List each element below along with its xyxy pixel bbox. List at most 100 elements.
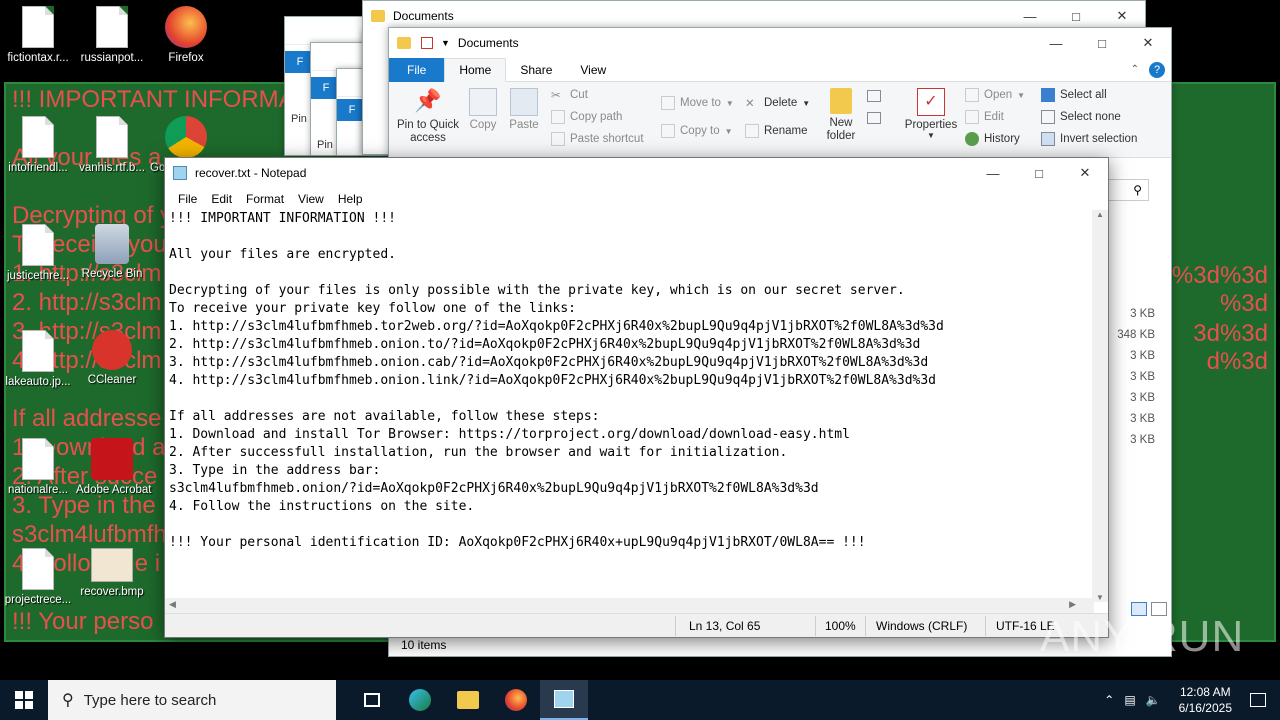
taskbar-firefox[interactable] [492,680,540,720]
desktop-icon-doc[interactable]: justicethre... [2,224,74,282]
wallpaper-text-line: 2. http://s3clm [12,289,162,316]
desktop-icon-firefox[interactable]: Firefox [150,6,222,64]
edit-button[interactable]: Edit [965,110,1004,124]
menu-format[interactable]: Format [239,192,291,206]
notepad-statusbar: Ln 13, Col 65 100% Windows (CRLF) UTF-16… [165,613,1108,637]
minimize-button[interactable]: — [1033,28,1079,58]
notification-icon[interactable] [1250,693,1266,707]
pin-quick-access-button[interactable]: 📌 Pin to Quick access [395,88,461,145]
file-size-cell: 3 KB [1130,350,1155,362]
wallpaper-text-fragment: 3d%3d [1193,320,1268,347]
task-view-icon [364,693,380,707]
search-placeholder: Type here to search [83,691,217,709]
tab-view[interactable]: View [566,58,620,82]
network-icon[interactable]: ▤ [1124,693,1135,707]
notepad-titlebar[interactable]: recover.txt - Notepad [165,158,1108,188]
taskbar-edge[interactable] [396,680,444,720]
properties-button[interactable]: ✓ Properties ▼ [903,88,959,140]
desktop-icon-ccleaner[interactable]: CCleaner [76,330,148,386]
close-button[interactable]: ✕ [1062,158,1108,188]
paste-shortcut-icon [551,132,565,146]
menu-view[interactable]: View [291,192,331,206]
task-view-button[interactable] [348,680,396,720]
desktop-icon-doc[interactable]: russianpot... [76,6,148,64]
new-folder-button[interactable]: New folder [821,88,861,143]
paste-button[interactable]: Paste [507,88,541,131]
new-item-icons[interactable] [867,90,889,130]
open-button[interactable]: Open ▼ [965,88,1025,102]
vertical-scrollbar[interactable]: ▲ ▼ [1092,210,1108,602]
scroll-down-arrow[interactable]: ▼ [1092,593,1108,602]
text-line: !!! IMPORTANT INFORMATION !!! [169,211,396,226]
menu-file[interactable]: File [171,192,204,206]
desktop-icon-label: nationalre... [7,484,69,496]
desktop-icon-doc[interactable]: fictiontax.r... [2,6,74,64]
ribbon-home: 📌 Pin to Quick access Copy Paste ✂ Cut Co… [389,82,1171,158]
maximize-button[interactable]: □ [1079,28,1125,58]
edit-icon [965,110,979,124]
tab-file[interactable]: File [389,57,445,82]
search-icon: ⚲ [1133,183,1142,197]
text-line: If all addresses are not available, foll… [169,409,600,424]
history-button[interactable]: History [965,132,1020,146]
copy-path-button[interactable]: Copy path [551,110,622,124]
desktop-icon-doc[interactable]: intofriendl... [2,116,74,174]
notepad-window[interactable]: recover.txt - Notepad — □ ✕ File Edit Form… [164,157,1109,638]
help-icon[interactable]: ? [1149,61,1165,78]
move-to-button[interactable]: Move to ▼ [661,96,734,110]
desktop-icon-bmp[interactable]: recover.bmp [76,548,148,598]
desktop-icon-doc[interactable]: nationalre... [2,438,74,496]
delete-button[interactable]: ✕ Delete ▼ [745,96,810,110]
document-icon [96,6,128,48]
copy-path-icon [551,110,565,124]
horizontal-scrollbar[interactable]: ◀ ▶ [165,598,1094,614]
copy-label: Copy [469,119,497,131]
taskbar-notepad[interactable] [540,680,588,720]
desktop-icon-doc[interactable]: lakeauto.jp... [2,330,74,388]
notepad-text-area[interactable]: !!! IMPORTANT INFORMATION !!! All your fi… [169,210,1094,720]
tab-share[interactable]: Share [506,58,566,82]
select-none-button[interactable]: Select none [1041,110,1121,124]
close-button[interactable]: ✕ [1125,28,1171,58]
delete-icon: ✕ [745,98,755,110]
copy-to-label: Copy to [680,125,720,137]
desktop-icon-acrobat[interactable]: Adobe Acrobat [76,438,151,496]
invert-selection-button[interactable]: Invert selection [1041,132,1137,146]
chevron-up-icon[interactable]: ⌃ [1104,693,1114,707]
chevron-down-icon[interactable]: ▼ [441,38,450,48]
text-line: 3. Type in the address bar: [169,463,381,478]
paste-shortcut-button[interactable]: Paste shortcut [551,132,644,146]
scroll-right-arrow[interactable]: ▶ [1069,599,1076,610]
rename-button[interactable]: Rename [745,124,807,138]
maximize-button[interactable]: □ [1016,158,1062,188]
rename-icon [745,124,759,138]
taskbar-file-explorer[interactable] [444,680,492,720]
menu-help[interactable]: Help [331,192,370,206]
menu-edit[interactable]: Edit [204,192,239,206]
collapse-ribbon-icon[interactable]: ⌃ [1131,64,1139,75]
folder-icon [457,691,479,709]
text-line: Decrypting of your files is only possibl… [169,283,905,298]
desktop-icon-doc[interactable]: vanhis.rtf.b... [76,116,148,174]
delete-label: Delete [764,97,798,109]
properties-icon: ✓ [917,88,945,116]
firefox-icon [165,6,207,48]
start-button[interactable] [0,680,48,720]
select-all-button[interactable]: Select all [1041,88,1107,102]
clock[interactable]: 12:08 AM 6/16/2025 [1171,684,1240,716]
copy-to-button[interactable]: Copy to ▼ [661,124,733,138]
taskbar-search[interactable]: ⚲ Type here to search [48,680,336,720]
copy-button[interactable]: Copy [467,88,499,131]
rename-label: Rename [764,125,808,137]
volume-icon[interactable]: 🔈 [1146,693,1161,707]
cut-button[interactable]: ✂ Cut [551,88,588,102]
minimize-button[interactable]: — [970,158,1016,188]
properties-small-icon[interactable] [421,37,433,49]
desktop-icon-doc[interactable]: projectrece... [2,548,74,606]
scroll-left-arrow[interactable]: ◀ [169,599,176,610]
desktop-icon-label: Firefox [168,52,204,64]
desktop-icon-bin[interactable]: Recycle Bin [76,224,148,280]
scroll-up-arrow[interactable]: ▲ [1092,210,1108,219]
text-line: All your files are encrypted. [169,247,396,262]
tab-home[interactable]: Home [444,57,507,82]
